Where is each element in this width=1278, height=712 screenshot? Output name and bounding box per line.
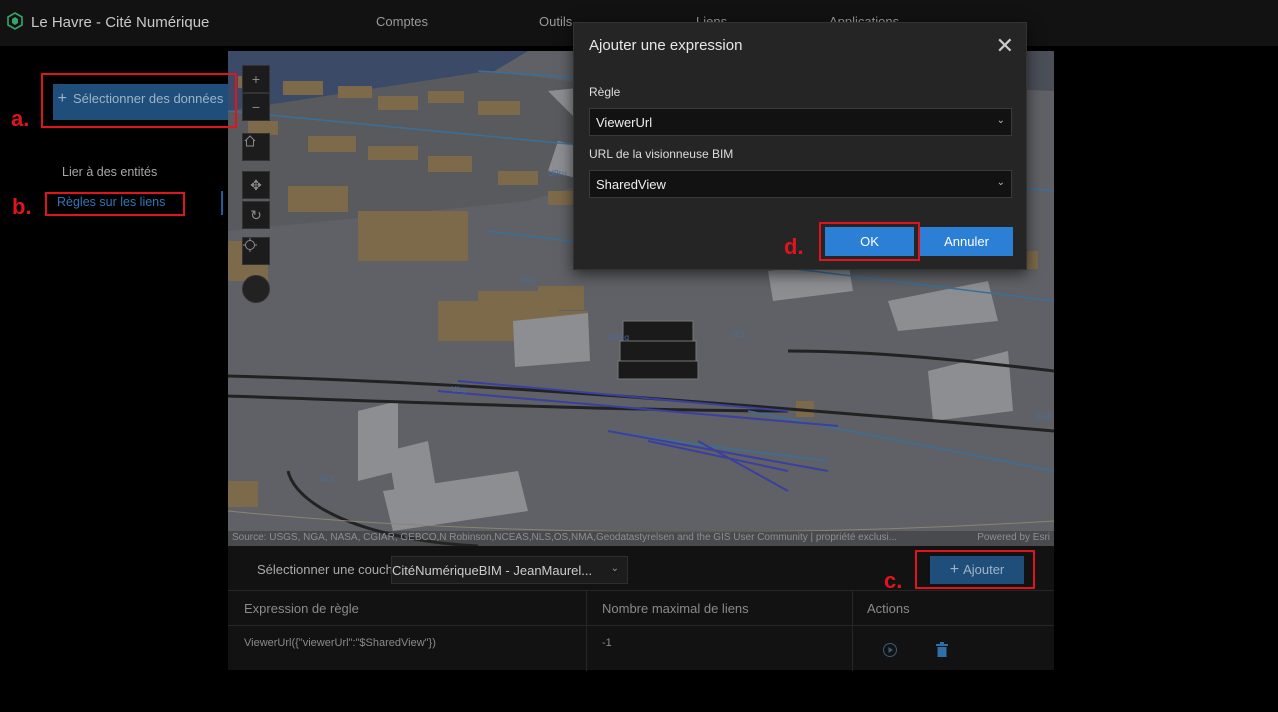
trash-icon[interactable]	[935, 642, 949, 658]
viewer-url-select[interactable]: SharedView ⌄	[589, 170, 1012, 198]
column-header-actions: Actions	[867, 601, 910, 616]
app-logo-icon	[7, 12, 23, 30]
sidebar-active-indicator	[221, 191, 223, 215]
pan-button[interactable]: ✥	[242, 171, 270, 199]
chevron-down-icon: ⌄	[996, 115, 1005, 126]
annotation-box-a	[41, 73, 237, 128]
layer-select-label: Sélectionner une couche	[257, 562, 391, 577]
dialog-title: Ajouter une expression	[589, 37, 743, 54]
layer-select[interactable]: CitéNumériqueBIM - JeanMaurel... ⌄	[391, 556, 628, 584]
home-button[interactable]	[242, 133, 270, 161]
rule-select-value: ViewerUrl	[596, 115, 653, 130]
rule-label: Règle	[589, 85, 621, 99]
sidebar-item-link-entities[interactable]: Lier à des entités	[62, 165, 157, 179]
rule-select[interactable]: ViewerUrl ⌄	[589, 108, 1012, 136]
annotation-box-c	[915, 550, 1035, 589]
add-expression-dialog: Ajouter une expression ✕ Règle ViewerUrl…	[573, 22, 1027, 270]
column-divider	[852, 591, 853, 671]
locate-button[interactable]	[242, 237, 270, 265]
nav-outils[interactable]: Outils	[539, 14, 572, 29]
map-label-ulg-2: ULg	[451, 385, 466, 394]
annotation-label-a: a.	[11, 106, 30, 131]
cell-max-links: -1	[602, 637, 612, 649]
map-label-upru: UPru	[548, 169, 567, 178]
map-label-uct-2: UCt	[319, 474, 334, 483]
sidebar	[0, 46, 228, 712]
compass-button[interactable]	[242, 275, 270, 303]
play-icon[interactable]	[882, 642, 898, 658]
chevron-down-icon: ⌄	[996, 177, 1005, 188]
rules-table: Expression de règle Nombre maximal de li…	[228, 590, 1054, 671]
attribution-source: Source: USGS, NGA, NASA, CGIAR, GEBCO,N …	[232, 532, 898, 543]
map-label-ugeg: UGEg	[607, 333, 629, 342]
row-divider	[228, 625, 1054, 626]
annotation-box-d	[819, 222, 920, 261]
map-label-uge: UGE	[1035, 412, 1052, 421]
annotation-label-d: d.	[784, 234, 804, 259]
compass-icon	[246, 279, 254, 287]
column-header-max-links: Nombre maximal de liens	[602, 601, 749, 616]
rotate-icon: ↻	[250, 206, 262, 223]
map-label-uct-1: UCt	[730, 330, 745, 339]
move-icon: ✥	[250, 176, 262, 193]
app-title: Le Havre - Cité Numérique	[31, 14, 210, 31]
layer-select-value: CitéNumériqueBIM - JeanMaurel...	[392, 563, 593, 578]
column-header-expression: Expression de règle	[244, 601, 359, 616]
viewer-url-select-value: SharedView	[596, 177, 666, 192]
annotation-box-b	[45, 192, 185, 216]
annotation-label-b: b.	[12, 194, 32, 219]
map-label-ulg-1: ULg	[520, 275, 535, 284]
cell-expression: ViewerUrl({"viewerUrl":"$SharedView"})	[244, 637, 436, 649]
zoom-in-button[interactable]: +	[242, 65, 270, 93]
minus-icon: −	[251, 99, 261, 115]
nav-comptes[interactable]: Comptes	[376, 14, 428, 29]
annotation-label-c: c.	[884, 568, 903, 593]
viewer-url-label: URL de la visionneuse BIM	[589, 147, 734, 161]
cancel-button[interactable]: Annuler	[920, 227, 1013, 256]
home-icon	[244, 135, 256, 147]
zoom-out-button[interactable]: −	[242, 93, 270, 121]
rotate-button[interactable]: ↻	[242, 201, 270, 229]
chevron-down-icon: ⌄	[610, 563, 619, 574]
map-attribution: Source: USGS, NGA, NASA, CGIAR, GEBCO,N …	[228, 531, 1054, 546]
plus-icon: +	[251, 71, 261, 87]
attribution-powered-by[interactable]: Powered by Esri	[977, 532, 1050, 543]
locate-icon	[243, 238, 257, 252]
close-icon[interactable]: ✕	[996, 35, 1014, 57]
column-divider	[586, 591, 587, 671]
